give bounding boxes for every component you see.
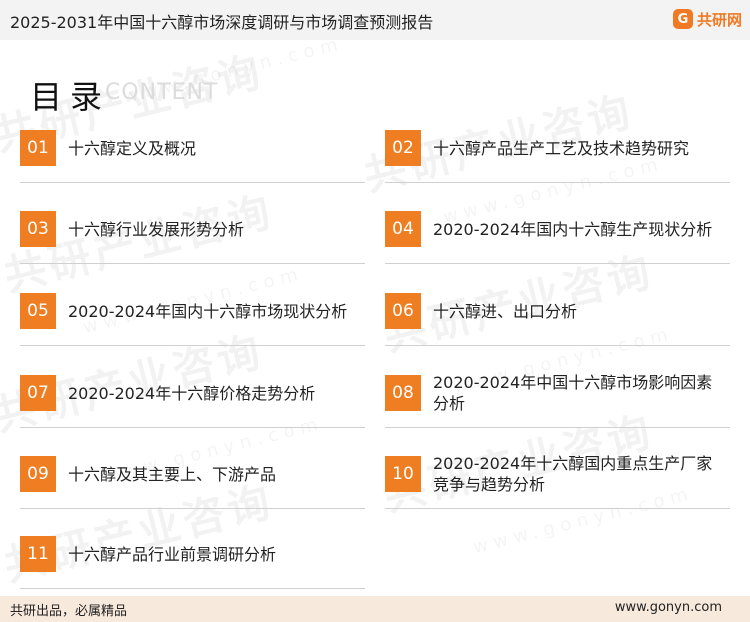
toc-number-badge: 09	[20, 456, 56, 492]
toc-number-badge: 06	[385, 293, 421, 329]
report-title: 2025-2031年中国十六醇市场深度调研与市场调查预测报告	[10, 13, 434, 32]
toc-item-label: 十六醇及其主要上、下游产品	[68, 464, 277, 484]
brand-icon: G	[672, 9, 693, 29]
toc-item-03[interactable]: 03 十六醇行业发展形势分析	[20, 201, 365, 264]
toc-item-label: 2020-2024年国内十六醇市场现状分析	[68, 301, 348, 321]
toc-item-label: 2020-2024年十六醇国内重点生产厂家竞争与趋势分析	[433, 454, 713, 494]
brand-name: 共研网	[696, 10, 742, 29]
toc-number-badge: 11	[20, 536, 56, 572]
toc-item-11[interactable]: 11 十六醇产品行业前景调研分析	[20, 526, 365, 589]
toc-item-10[interactable]: 10 2020-2024年十六醇国内重点生产厂家竞争与趋势分析	[385, 446, 730, 509]
toc-number-badge: 07	[20, 375, 56, 411]
toc-heading: 目录	[30, 78, 111, 116]
toc-item-label: 十六醇行业发展形势分析	[68, 219, 245, 239]
footer-website-link[interactable]: www.gonyn.com	[615, 600, 722, 615]
toc-number-badge: 04	[385, 211, 421, 247]
toc-number-badge: 02	[385, 130, 421, 166]
toc-item-06[interactable]: 06 十六醇进、出口分析	[385, 283, 730, 346]
toc-item-label: 十六醇产品生产工艺及技术趋势研究	[433, 138, 690, 158]
toc-item-label: 十六醇进、出口分析	[433, 301, 578, 321]
footer-slogan: 共研出品，必属精品	[10, 604, 128, 619]
toc-heading-sub: CONTENT	[105, 80, 219, 105]
toc-number-badge: 01	[20, 130, 56, 166]
toc-item-label: 2020-2024年国内十六醇生产现状分析	[433, 219, 713, 239]
toc-item-08[interactable]: 08 2020-2024年中国十六醇市场影响因素分析	[385, 365, 730, 428]
toc-item-02[interactable]: 02 十六醇产品生产工艺及技术趋势研究	[385, 120, 730, 183]
toc-number-badge: 03	[20, 211, 56, 247]
toc-item-05[interactable]: 05 2020-2024年国内十六醇市场现状分析	[20, 283, 365, 346]
toc-number-badge: 10	[385, 456, 421, 492]
toc-item-label: 十六醇产品行业前景调研分析	[68, 544, 277, 564]
toc-item-label: 2020-2024年十六醇价格走势分析	[68, 383, 316, 403]
brand-logo[interactable]: G 共研网	[672, 7, 742, 31]
toc-item-label: 十六醇定义及概况	[68, 138, 197, 158]
toc-item-07[interactable]: 07 2020-2024年十六醇价格走势分析	[20, 365, 365, 428]
toc-number-badge: 05	[20, 293, 56, 329]
toc-item-04[interactable]: 04 2020-2024年国内十六醇生产现状分析	[385, 201, 730, 264]
toc-number-badge: 08	[385, 375, 421, 411]
toc-item-01[interactable]: 01 十六醇定义及概况	[20, 120, 365, 183]
toc-item-label: 2020-2024年中国十六醇市场影响因素分析	[433, 373, 713, 413]
footer-bar: 共研出品，必属精品 www.gonyn.com	[0, 596, 750, 622]
toc-item-09[interactable]: 09 十六醇及其主要上、下游产品	[20, 446, 365, 509]
header-bar: 2025-2031年中国十六醇市场深度调研与市场调查预测报告 G 共研网	[0, 0, 750, 40]
